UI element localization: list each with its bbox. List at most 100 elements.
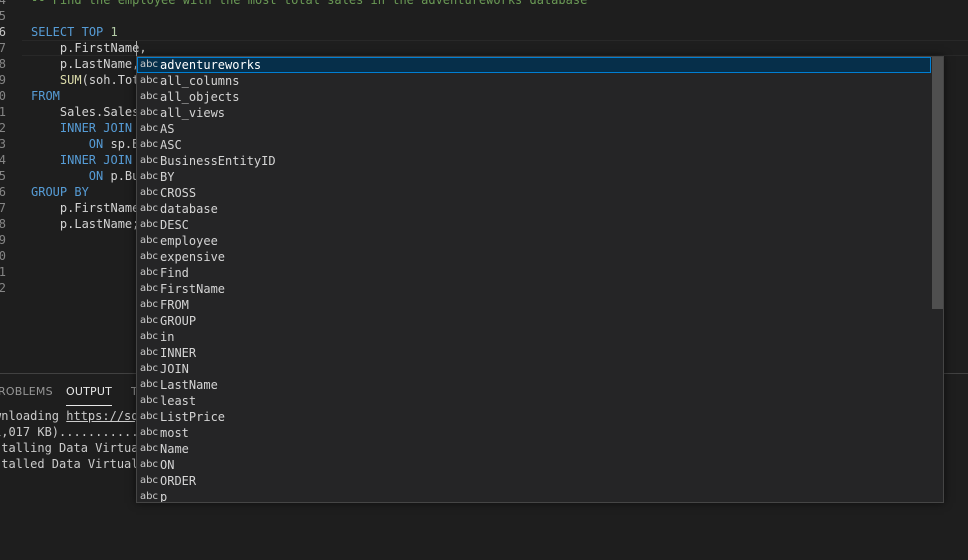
suggestion-item[interactable]: abc AS [137,121,931,137]
suggestion-label: FROM [160,298,189,312]
output-link[interactable]: https://sq [66,409,138,423]
tab-problems[interactable]: ROBLEMS [0,385,53,405]
suggestion-item[interactable]: abc CROSS [137,185,931,201]
text-kind-icon: abc [140,219,158,230]
suggest-scrollbar[interactable] [932,57,943,502]
line-number: 9 [0,233,6,247]
suggestion-label: all_objects [160,90,240,104]
text-kind-icon: abc [140,203,158,214]
line-number: 7 [0,41,6,55]
text-kind-icon: abc [140,411,158,422]
suggestion-item[interactable]: abc INNER [137,345,931,361]
output-line: stalled Data Virtuali [0,456,146,472]
code-token: GROUP BY [31,185,89,199]
suggestion-item[interactable]: abc adventureworks [137,57,931,73]
autocomplete-suggest-widget[interactable]: abc adventureworks abc all_columns abc all_ob… [136,56,944,503]
code-line: -- Find the employee with the most total… [31,0,587,8]
code-token: INNER JOIN [59,153,133,167]
text-kind-icon: abc [140,59,158,70]
line-number: 1 [0,265,6,279]
text-cursor [136,41,137,56]
suggestion-item[interactable]: abc all_objects [137,89,931,105]
suggestion-item[interactable]: abc employee [137,233,931,249]
line-number: 4 [0,0,6,7]
text-kind-icon: abc [140,171,158,182]
output-text: stalling Data Virtual [0,441,146,455]
tab-output[interactable]: OUTPUT [66,385,113,406]
suggestion-label: DESC [160,218,189,232]
suggestion-item[interactable]: abc JOIN [137,361,931,377]
vscode-window: 4 5 6 7 8 9 0 1 2 3 4 5 6 7 8 9 0 1 2 -- Find the employee… [0,0,968,560]
suggestion-label: least [160,394,197,408]
line-number: 3 [0,137,6,151]
line-number: 1 [0,105,6,119]
suggestion-item[interactable]: abc Name [137,441,931,457]
editor-scrollbar[interactable] [954,0,968,373]
code-line: INNER JOIN S [31,120,147,136]
suggestion-item[interactable]: abc BY [137,169,931,185]
suggestion-label: Name [160,442,189,456]
code-token: FROM [31,89,60,103]
text-kind-icon: abc [140,267,158,278]
suggestion-label: Find [160,266,189,280]
code-token: SELECT [31,25,75,39]
suggestion-item[interactable]: abc ON [137,457,931,473]
text-kind-icon: abc [140,155,158,166]
line-number: 6 [0,25,6,39]
suggestion-item[interactable]: abc Find [137,265,931,281]
text-kind-icon: abc [140,475,158,486]
suggestion-item[interactable]: abc GROUP [137,313,931,329]
code-line: p.LastName; [31,216,139,232]
suggestion-label: expensive [160,250,226,264]
output-line: 1,017 KB)............ [0,424,146,440]
suggestion-label: AS [160,122,175,136]
suggestion-item[interactable]: abc LastName [137,377,931,393]
suggest-scrollbar-thumb[interactable] [932,57,943,309]
line-number: 6 [0,185,6,199]
suggestion-item[interactable]: abc BusinessEntityID [137,153,931,169]
suggestion-label: employee [160,234,218,248]
output-text: wnloading [0,409,67,423]
code-line: Sales.SalesO [31,104,147,120]
code-line: p.FirstName, [31,40,147,56]
suggestion-label: p [160,490,168,503]
text-kind-icon: abc [140,187,158,198]
code-token: Sales.SalesO [31,105,147,119]
text-kind-icon: abc [140,251,158,262]
suggestion-item[interactable]: abc p [137,489,931,503]
code-token: ON [88,169,104,183]
suggestion-item[interactable]: abc least [137,393,931,409]
suggestion-label: most [160,426,189,440]
suggestion-item[interactable]: abc expensive [137,249,931,265]
suggestion-item[interactable]: abc ORDER [137,473,931,489]
suggestion-label: CROSS [160,186,197,200]
suggestion-item[interactable]: abc database [137,201,931,217]
line-number: 9 [0,73,6,87]
code-token: INNER JOIN [59,121,133,135]
text-kind-icon: abc [140,283,158,294]
suggestion-item[interactable]: abc ListPrice [137,409,931,425]
suggestion-item[interactable]: abc FROM [137,297,931,313]
text-kind-icon: abc [140,235,158,246]
suggestion-item[interactable]: abc in [137,329,931,345]
suggestion-item[interactable]: abc most [137,425,931,441]
suggestion-item[interactable]: abc FirstName [137,281,931,297]
suggestion-label: BY [160,170,175,184]
code-token: p.FirstName, [31,201,147,215]
text-kind-icon: abc [140,459,158,470]
suggestion-item[interactable]: abc all_columns [137,73,931,89]
code-line: SELECT TOP 1 [31,24,118,40]
suggestion-item[interactable]: abc ASC [137,137,931,153]
suggestion-item[interactable]: abc all_views [137,105,931,121]
code-line: FROM [31,88,60,104]
line-number: 2 [0,281,6,295]
current-line-highlight [22,40,968,56]
suggestion-label: LastName [160,378,218,392]
suggestion-item[interactable]: abc DESC [137,217,931,233]
